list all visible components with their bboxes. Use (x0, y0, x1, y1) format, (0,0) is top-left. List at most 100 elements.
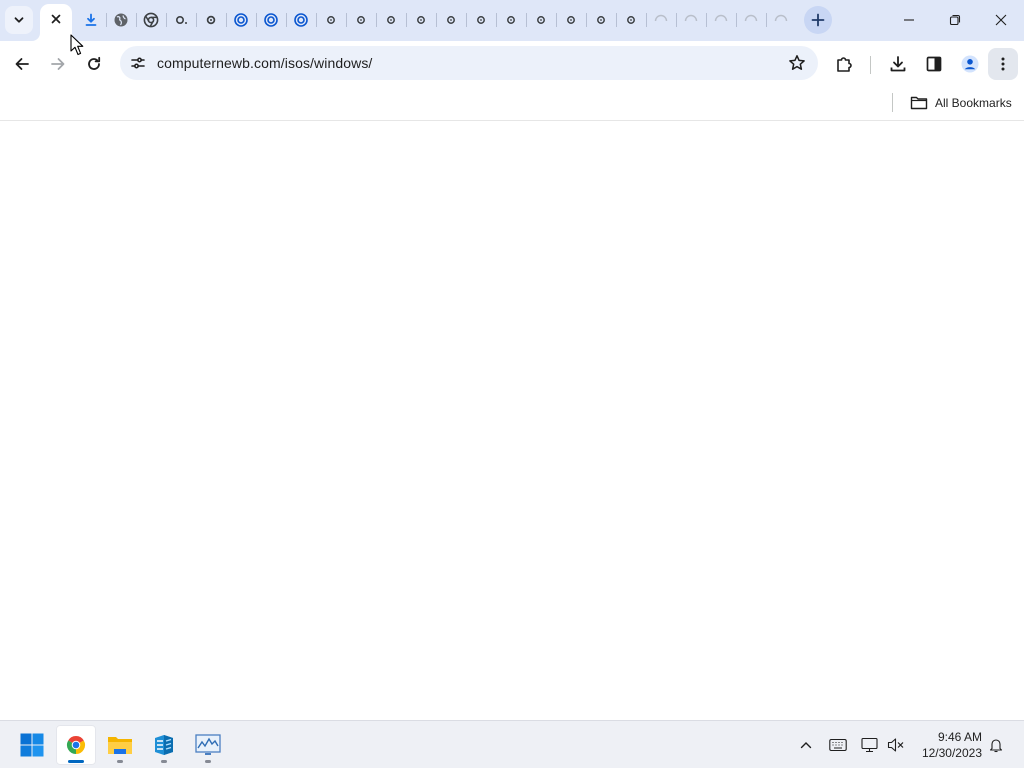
start-button[interactable] (12, 725, 52, 765)
bookmarks-separator (892, 93, 893, 112)
tab-loading-9[interactable] (496, 4, 526, 36)
side-panel-button[interactable] (918, 48, 950, 80)
tab-loading-8[interactable] (466, 4, 496, 36)
running-app-indicator (161, 760, 167, 763)
taskbar-stack-app[interactable] (144, 725, 184, 765)
tab-pending-2[interactable] (676, 4, 706, 36)
taskbar-performance-monitor[interactable] (188, 725, 228, 765)
taskbar-chrome[interactable] (56, 725, 96, 765)
close-tab-icon[interactable] (50, 13, 62, 25)
running-app-indicator (205, 760, 211, 763)
download-icon (890, 56, 906, 72)
spinner-favicon-icon (294, 13, 308, 27)
clock-date: 12/30/2023 (921, 746, 982, 760)
globe-favicon-icon (114, 13, 128, 27)
network-icon (861, 737, 878, 753)
notifications-button[interactable] (984, 733, 1008, 757)
toolbar-separator (870, 56, 871, 74)
volume-muted-icon (887, 738, 904, 752)
site-info-button[interactable] (126, 51, 150, 75)
bookmark-star-button[interactable] (784, 50, 810, 76)
pending-favicon-icon (774, 14, 788, 22)
tab-spinner-3[interactable] (286, 4, 316, 36)
tab-strip (0, 0, 1024, 41)
reload-button[interactable] (78, 48, 110, 80)
all-bookmarks-label: All Bookmarks (935, 96, 1012, 110)
extensions-button[interactable] (828, 48, 860, 80)
tab-download[interactable] (76, 4, 106, 36)
tab-globe[interactable] (106, 4, 136, 36)
spinner-favicon-icon (234, 13, 248, 27)
url-text[interactable]: computernewb.com/isos/windows/ (157, 55, 372, 71)
tab-chrome[interactable] (136, 4, 166, 36)
minimize-icon (904, 19, 914, 21)
loading-favicon-icon (206, 15, 216, 25)
profile-button[interactable] (954, 48, 986, 80)
tab-loading-3[interactable] (316, 4, 346, 36)
tab-loading-12[interactable] (586, 4, 616, 36)
tab-pending-3[interactable] (706, 4, 736, 36)
volume-button[interactable] (884, 733, 908, 757)
windows-taskbar: 9:46 AM 12/30/2023 (0, 720, 1024, 768)
restore-button[interactable] (932, 4, 978, 36)
side-panel-icon (926, 56, 942, 72)
tab-loading-5[interactable] (376, 4, 406, 36)
spinner-favicon-icon (264, 13, 278, 27)
tab-loading-1[interactable] (166, 4, 196, 36)
loading-favicon-icon (567, 16, 575, 24)
all-bookmarks-button[interactable]: All Bookmarks (906, 90, 1016, 116)
folder-icon (910, 96, 928, 110)
running-app-indicator (117, 760, 123, 763)
forward-button[interactable] (42, 48, 74, 80)
tab-pending-5[interactable] (766, 4, 796, 36)
chevron-down-icon (14, 17, 24, 23)
tab-spinner-1[interactable] (226, 4, 256, 36)
active-tab[interactable] (40, 4, 72, 41)
downloads-button[interactable] (882, 48, 914, 80)
loading-favicon-icon (537, 16, 545, 24)
show-hidden-icons-button[interactable] (794, 733, 818, 757)
tab-loading-4[interactable] (346, 4, 376, 36)
pending-favicon-icon (744, 14, 758, 22)
taskbar-clock[interactable]: 9:46 AM 12/30/2023 (914, 729, 982, 761)
tab-loading-2[interactable] (196, 4, 226, 36)
taskbar-file-explorer[interactable] (100, 725, 140, 765)
tab-loading-7[interactable] (436, 4, 466, 36)
tab-loading-6[interactable] (406, 4, 436, 36)
new-tab-button[interactable] (804, 6, 832, 34)
back-button[interactable] (6, 48, 38, 80)
minimize-button[interactable] (886, 4, 932, 36)
chrome-favicon-icon (143, 12, 159, 28)
loading-favicon-icon (597, 16, 605, 24)
loading-favicon-icon (627, 16, 635, 24)
more-vertical-icon (1001, 57, 1005, 71)
tab-loading-11[interactable] (556, 4, 586, 36)
tab-loading-10[interactable] (526, 4, 556, 36)
folder-app-icon (108, 737, 132, 754)
restore-icon (949, 14, 961, 26)
arrow-left-icon (15, 58, 29, 70)
performance-chart-icon (195, 734, 221, 755)
keyboard-icon (829, 738, 847, 752)
loading-favicon-icon (357, 16, 365, 24)
reload-icon (88, 56, 101, 70)
tab-search-button[interactable] (5, 6, 33, 34)
chrome-menu-button[interactable] (988, 48, 1018, 80)
pending-favicon-icon (684, 14, 698, 22)
page-content[interactable] (0, 121, 1024, 720)
download-favicon-icon (85, 13, 97, 26)
tab-spinner-2[interactable] (256, 4, 286, 36)
touch-keyboard-button[interactable] (826, 733, 850, 757)
close-icon (995, 14, 1007, 26)
puzzle-icon (837, 57, 852, 72)
loading-favicon-icon (175, 16, 187, 25)
network-status-button[interactable] (858, 733, 882, 757)
tab-pending-1[interactable] (646, 4, 676, 36)
tab-loading-13[interactable] (616, 4, 646, 36)
tab-pending-4[interactable] (736, 4, 766, 36)
address-bar[interactable]: computernewb.com/isos/windows/ (120, 46, 818, 80)
browser-toolbar: computernewb.com/isos/windows/ (0, 41, 1024, 86)
chrome-logo-icon (66, 735, 86, 754)
pending-favicon-icon (714, 14, 728, 22)
close-window-button[interactable] (978, 4, 1024, 36)
